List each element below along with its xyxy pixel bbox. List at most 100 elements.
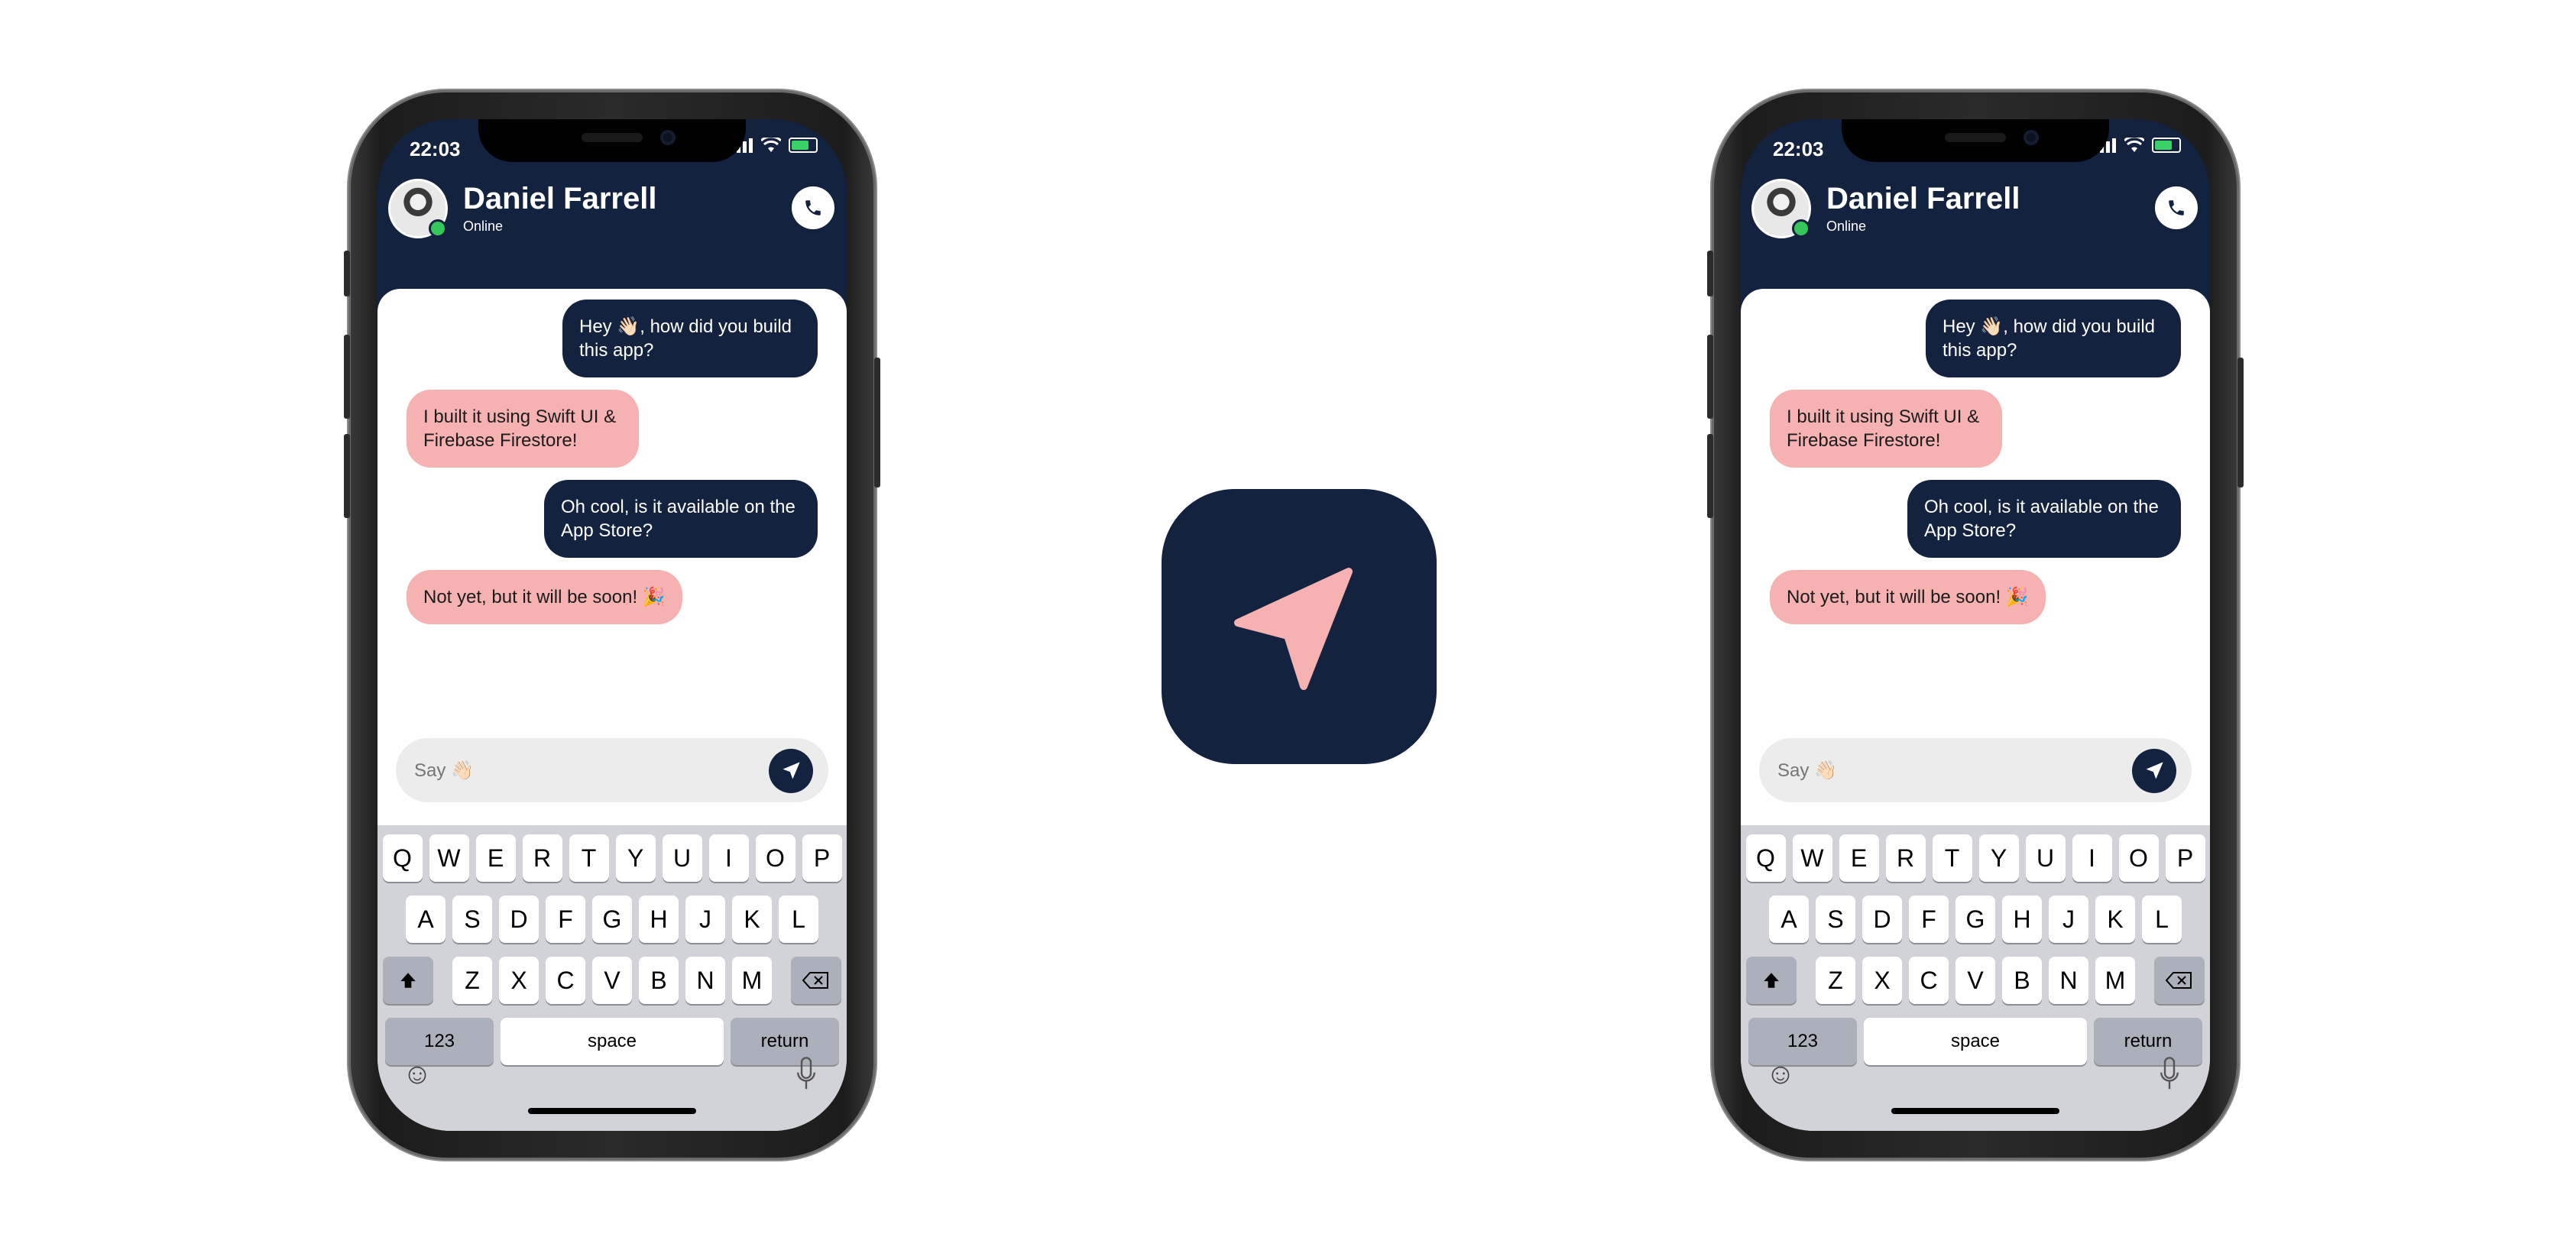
volume-up-button: [344, 335, 350, 419]
shift-key[interactable]: [1746, 957, 1797, 1004]
key-f[interactable]: F: [1909, 896, 1949, 943]
key-b[interactable]: B: [639, 957, 679, 1004]
delete-key[interactable]: [2154, 957, 2205, 1004]
send-button[interactable]: [2132, 749, 2176, 793]
message-composer: [1759, 738, 2192, 802]
key-s[interactable]: S: [1816, 896, 1855, 943]
key-d[interactable]: D: [499, 896, 539, 943]
key-w[interactable]: W: [1792, 834, 1832, 882]
emoji-icon[interactable]: ☺: [400, 1058, 434, 1091]
mute-switch: [344, 251, 350, 296]
shift-icon: [400, 973, 416, 988]
call-button[interactable]: [792, 186, 834, 229]
key-j[interactable]: J: [685, 896, 725, 943]
key-v[interactable]: V: [1955, 957, 1995, 1004]
power-button: [874, 358, 880, 487]
notch: [1842, 119, 2109, 162]
key-w[interactable]: W: [429, 834, 469, 882]
key-x[interactable]: X: [499, 957, 539, 1004]
key-m[interactable]: M: [2095, 957, 2135, 1004]
key-u[interactable]: U: [662, 834, 702, 882]
wifi-icon: [2124, 138, 2144, 152]
shift-icon: [1764, 973, 1779, 988]
notch: [478, 119, 746, 162]
key-t[interactable]: T: [569, 834, 609, 882]
key-z[interactable]: Z: [452, 957, 492, 1004]
key-n[interactable]: N: [2049, 957, 2088, 1004]
key-y[interactable]: Y: [1978, 834, 2019, 882]
status-time: 22:03: [1773, 138, 1824, 160]
key-a[interactable]: A: [406, 896, 446, 943]
key-b[interactable]: B: [2002, 957, 2042, 1004]
contact-status: Online: [1826, 219, 1867, 234]
keyboard-row-1: QWERTYUIOP: [1741, 834, 2210, 882]
key-z[interactable]: Z: [1816, 957, 1855, 1004]
key-u[interactable]: U: [2025, 834, 2066, 882]
key-g[interactable]: G: [592, 896, 632, 943]
key-q[interactable]: Q: [1745, 834, 1786, 882]
send-button[interactable]: [769, 749, 813, 793]
key-g[interactable]: G: [1955, 896, 1995, 943]
phone-mockup-right: 22:03 Daniel Farrell Online Hey 👋🏻, how …: [1707, 90, 2244, 1160]
avatar[interactable]: [1751, 179, 1811, 238]
shift-key[interactable]: [383, 957, 433, 1004]
microphone-icon[interactable]: [2158, 1056, 2181, 1093]
message-bubble-sent: Hey 👋🏻, how did you build this app?: [1926, 300, 2181, 377]
phone-mockup-left: 22:03 Daniel Farrell Online Hey 👋🏻, how …: [344, 90, 880, 1160]
delete-key[interactable]: [791, 957, 841, 1004]
keyboard-bottom-bar: ☺: [1741, 1039, 2210, 1131]
key-l[interactable]: L: [779, 896, 818, 943]
message-input[interactable]: [1776, 749, 2100, 793]
chat-header: Daniel Farrell Online: [377, 165, 847, 257]
call-button[interactable]: [2155, 186, 2198, 229]
message-bubble-received: Not yet, but it will be soon! 🎉: [407, 570, 682, 624]
key-o[interactable]: O: [2118, 834, 2159, 882]
battery-icon: [2152, 138, 2181, 153]
contact-status: Online: [463, 219, 504, 234]
key-h[interactable]: H: [639, 896, 679, 943]
key-m[interactable]: M: [732, 957, 772, 1004]
key-f[interactable]: F: [546, 896, 585, 943]
key-p[interactable]: P: [802, 834, 842, 882]
home-indicator: [528, 1108, 696, 1114]
key-r[interactable]: R: [522, 834, 562, 882]
volume-up-button: [1707, 335, 1713, 419]
keyboard-bottom-bar: ☺: [377, 1039, 847, 1131]
avatar[interactable]: [388, 179, 448, 238]
message-bubble-received: Not yet, but it will be soon! 🎉: [1770, 570, 2046, 624]
paper-plane-icon: [2146, 762, 2163, 779]
key-k[interactable]: K: [732, 896, 772, 943]
contact-name: Daniel Farrell: [463, 182, 657, 215]
key-l[interactable]: L: [2142, 896, 2182, 943]
key-n[interactable]: N: [685, 957, 725, 1004]
key-i[interactable]: I: [708, 834, 749, 882]
key-q[interactable]: Q: [382, 834, 423, 882]
key-t[interactable]: T: [1932, 834, 1972, 882]
key-c[interactable]: C: [1909, 957, 1949, 1004]
key-j[interactable]: J: [2049, 896, 2088, 943]
message-bubble-sent: Oh cool, is it available on the App Stor…: [1907, 480, 2181, 558]
key-e[interactable]: E: [1839, 834, 1879, 882]
key-r[interactable]: R: [1885, 834, 1926, 882]
key-h[interactable]: H: [2002, 896, 2042, 943]
key-k[interactable]: K: [2095, 896, 2135, 943]
backspace-icon: [2166, 972, 2192, 989]
message-input[interactable]: [413, 749, 737, 793]
key-c[interactable]: C: [546, 957, 585, 1004]
microphone-icon[interactable]: [795, 1056, 818, 1093]
keyboard-letters: ZXCVBNM: [452, 957, 772, 1004]
key-a[interactable]: A: [1769, 896, 1809, 943]
key-v[interactable]: V: [592, 957, 632, 1004]
key-o[interactable]: O: [755, 834, 795, 882]
key-y[interactable]: Y: [615, 834, 656, 882]
key-s[interactable]: S: [452, 896, 492, 943]
key-i[interactable]: I: [2072, 834, 2112, 882]
emoji-icon[interactable]: ☺: [1764, 1058, 1797, 1091]
keyboard-row-2: ASDFGHJKL: [377, 896, 847, 943]
key-x[interactable]: X: [1862, 957, 1902, 1004]
key-d[interactable]: D: [1862, 896, 1902, 943]
status-time: 22:03: [410, 138, 461, 160]
key-e[interactable]: E: [475, 834, 516, 882]
phone-icon: [805, 200, 821, 215]
key-p[interactable]: P: [2165, 834, 2205, 882]
